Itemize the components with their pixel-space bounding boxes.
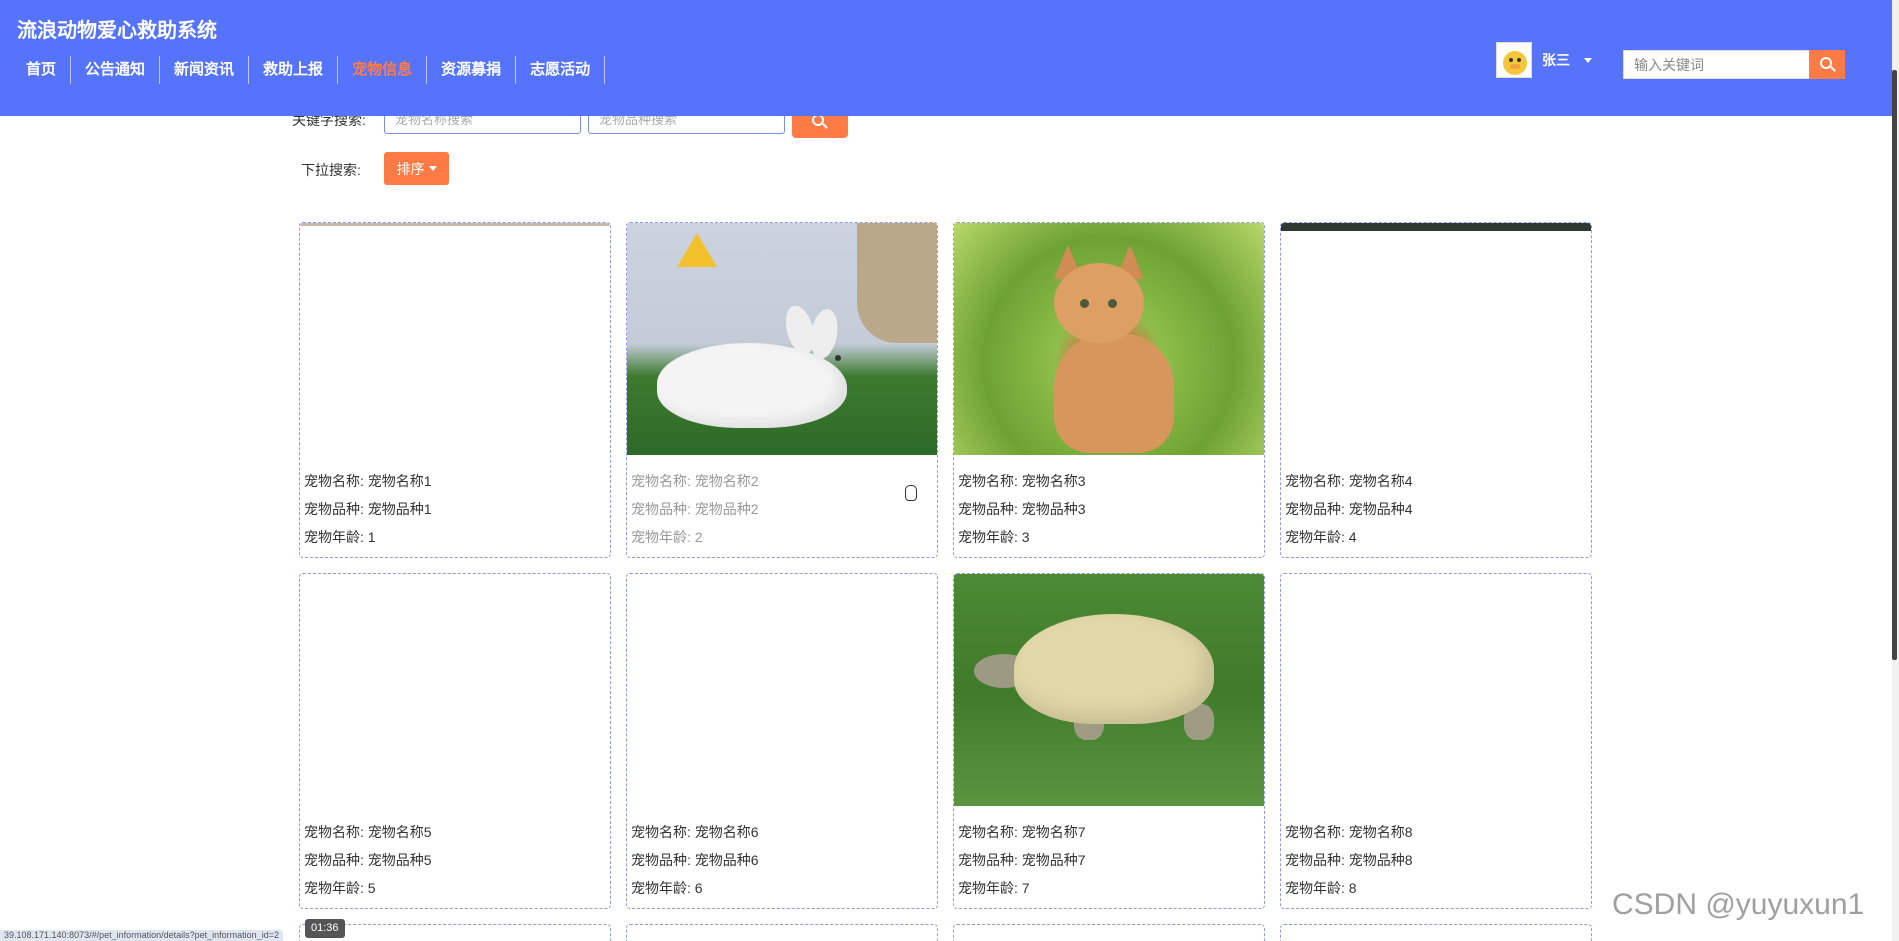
pet-name: 宠物名称: 宠物名称8 xyxy=(1285,824,1413,840)
header-search xyxy=(1623,50,1845,79)
nav-item-rescue-report[interactable]: 救助上报 xyxy=(249,56,339,84)
pet-name: 宠物名称: 宠物名称6 xyxy=(631,824,759,840)
pet-breed: 宠物品种: 宠物品种8 xyxy=(1285,852,1413,868)
caret-down-icon xyxy=(428,166,437,171)
pet-info-3: 宠物名称: 宠物名称3 宠物品种: 宠物品种3 宠物年龄: 3 xyxy=(958,467,1086,551)
pet-info-5: 宠物名称: 宠物名称5 宠物品种: 宠物品种5 宠物年龄: 5 xyxy=(304,818,432,902)
header-search-button[interactable] xyxy=(1809,50,1845,79)
pet-name: 宠物名称: 宠物名称5 xyxy=(304,824,432,840)
pet-info-8: 宠物名称: 宠物名称8 宠物品种: 宠物品种8 宠物年龄: 8 xyxy=(1285,818,1413,902)
dropdown-search-label: 下拉搜索: xyxy=(301,162,361,178)
pet-image-1 xyxy=(300,223,610,455)
sort-button-label: 排序 xyxy=(396,160,425,177)
page-scrollbar[interactable] xyxy=(1892,0,1899,941)
user-name[interactable]: 张三 xyxy=(1542,50,1570,70)
pet-card-5[interactable]: 宠物名称: 宠物名称5 宠物品种: 宠物品种5 宠物年龄: 5 xyxy=(299,573,611,909)
hand-cursor-icon xyxy=(905,485,917,501)
header-search-input[interactable] xyxy=(1623,50,1809,79)
pet-breed: 宠物品种: 宠物品种4 xyxy=(1285,501,1413,517)
pet-age: 宠物年龄: 2 xyxy=(631,529,703,545)
pet-image-3 xyxy=(954,223,1264,455)
pet-name: 宠物名称: 宠物名称2 xyxy=(631,473,759,489)
pet-info-2: 宠物名称: 宠物名称2 宠物品种: 宠物品种2 宠物年龄: 2 xyxy=(631,467,759,551)
pet-name: 宠物名称: 宠物名称7 xyxy=(958,824,1086,840)
pet-card-12[interactable] xyxy=(1280,924,1592,941)
search-icon xyxy=(1820,57,1832,69)
nav-item-announcements[interactable]: 公告通知 xyxy=(71,56,161,84)
pet-card-1[interactable]: 宠物名称: 宠物名称1 宠物品种: 宠物品种1 宠物年龄: 1 xyxy=(299,222,611,558)
scrollbar-thumb[interactable] xyxy=(1892,70,1897,660)
main-nav: 首页 公告通知 新闻资讯 救助上报 宠物信息 资源募捐 志愿活动 xyxy=(12,56,606,84)
pet-image-6 xyxy=(627,574,937,806)
site-title: 流浪动物爱心救助系统 xyxy=(17,20,217,42)
nav-item-home[interactable]: 首页 xyxy=(12,56,72,84)
nav-item-volunteer[interactable]: 志愿活动 xyxy=(516,56,606,84)
pet-breed: 宠物品种: 宠物品种5 xyxy=(304,852,432,868)
pet-card-7[interactable]: 宠物名称: 宠物名称7 宠物品种: 宠物品种7 宠物年龄: 7 xyxy=(953,573,1265,909)
video-time-badge: 01:36 xyxy=(305,919,345,938)
pet-info-7: 宠物名称: 宠物名称7 宠物品种: 宠物品种7 宠物年龄: 7 xyxy=(958,818,1086,902)
pet-age: 宠物年龄: 3 xyxy=(958,529,1030,545)
pet-breed: 宠物品种: 宠物品种2 xyxy=(631,501,759,517)
pet-age: 宠物年龄: 6 xyxy=(631,880,703,896)
avatar[interactable] xyxy=(1496,42,1532,78)
top-header: 流浪动物爱心救助系统 首页 公告通知 新闻资讯 救助上报 宠物信息 资源募捐 志… xyxy=(0,0,1892,116)
pet-breed: 宠物品种: 宠物品种1 xyxy=(304,501,432,517)
pet-card-11[interactable] xyxy=(953,924,1265,941)
pet-info-6: 宠物名称: 宠物名称6 宠物品种: 宠物品种6 宠物年龄: 6 xyxy=(631,818,759,902)
nav-item-pet-info[interactable]: 宠物信息 xyxy=(338,56,428,84)
pet-info-1: 宠物名称: 宠物名称1 宠物品种: 宠物品种1 宠物年龄: 1 xyxy=(304,467,432,551)
pet-image-8 xyxy=(1281,574,1591,806)
pet-image-4 xyxy=(1281,223,1591,455)
pet-card-8[interactable]: 宠物名称: 宠物名称8 宠物品种: 宠物品种8 宠物年龄: 8 xyxy=(1280,573,1592,909)
pet-name: 宠物名称: 宠物名称4 xyxy=(1285,473,1413,489)
duck-avatar-icon xyxy=(1503,51,1527,75)
pet-name: 宠物名称: 宠物名称3 xyxy=(958,473,1086,489)
pet-info-4: 宠物名称: 宠物名称4 宠物品种: 宠物品种4 宠物年龄: 4 xyxy=(1285,467,1413,551)
user-caret-down-icon[interactable] xyxy=(1584,57,1592,63)
pet-card-2[interactable]: 宠物名称: 宠物名称2 宠物品种: 宠物品种2 宠物年龄: 2 xyxy=(626,222,938,558)
pet-image-5 xyxy=(300,574,610,806)
pet-age: 宠物年龄: 8 xyxy=(1285,880,1357,896)
status-bar-url: 39.108.171.140:8073/#/pet_information/de… xyxy=(0,930,283,941)
sort-dropdown-button[interactable]: 排序 xyxy=(384,152,449,185)
watermark: CSDN @yuyuxun1 xyxy=(1612,888,1865,921)
pet-image-7 xyxy=(954,574,1264,806)
pet-breed: 宠物品种: 宠物品种6 xyxy=(631,852,759,868)
pet-name: 宠物名称: 宠物名称1 xyxy=(304,473,432,489)
pet-card-4[interactable]: 宠物名称: 宠物名称4 宠物品种: 宠物品种4 宠物年龄: 4 xyxy=(1280,222,1592,558)
pet-breed: 宠物品种: 宠物品种3 xyxy=(958,501,1086,517)
pet-age: 宠物年龄: 1 xyxy=(304,529,376,545)
pet-image-2 xyxy=(627,223,937,455)
nav-item-donations[interactable]: 资源募捐 xyxy=(427,56,517,84)
pet-card-10[interactable] xyxy=(626,924,938,941)
nav-item-news[interactable]: 新闻资讯 xyxy=(160,56,250,84)
pet-age: 宠物年龄: 7 xyxy=(958,880,1030,896)
pet-card-3[interactable]: 宠物名称: 宠物名称3 宠物品种: 宠物品种3 宠物年龄: 3 xyxy=(953,222,1265,558)
pet-breed: 宠物品种: 宠物品种7 xyxy=(958,852,1086,868)
user-menu[interactable]: 张三 xyxy=(1496,40,1592,80)
pet-card-6[interactable]: 宠物名称: 宠物名称6 宠物品种: 宠物品种6 宠物年龄: 6 xyxy=(626,573,938,909)
pet-age: 宠物年龄: 5 xyxy=(304,880,376,896)
pet-card-9[interactable] xyxy=(299,924,611,941)
pet-age: 宠物年龄: 4 xyxy=(1285,529,1357,545)
